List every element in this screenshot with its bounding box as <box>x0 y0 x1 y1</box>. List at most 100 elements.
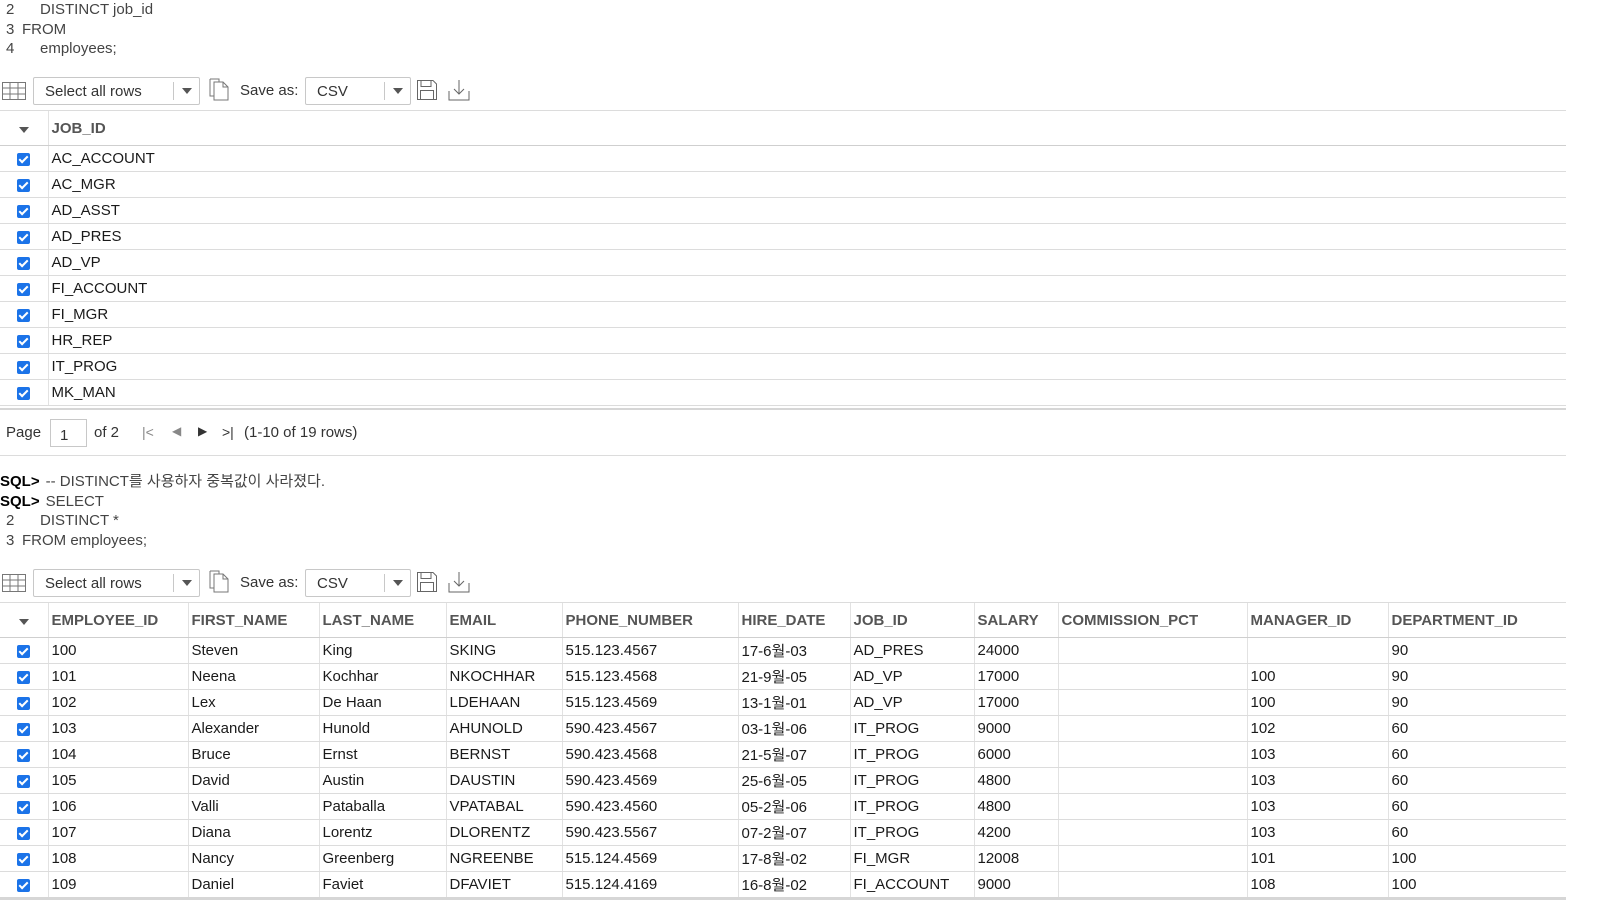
table-row[interactable]: 108 Nancy Greenberg NGREENBE 515.124.4569 17-… <box>0 845 1566 872</box>
row-checkbox[interactable] <box>0 301 48 328</box>
row-checkbox[interactable] <box>0 741 48 768</box>
save-icon[interactable] <box>416 570 438 594</box>
row-checkbox[interactable] <box>0 845 48 872</box>
checkbox-checked-icon[interactable] <box>17 800 31 814</box>
select-column-header[interactable] <box>0 602 48 638</box>
code-line: 2 DISTINCT * <box>6 512 119 529</box>
rows-select[interactable]: Select all rows <box>33 77 200 105</box>
table-row[interactable]: 103 Alexander Hunold AHUNOLD 590.423.4567 03-… <box>0 715 1566 742</box>
checkbox-checked-icon[interactable] <box>17 334 31 348</box>
last-page-icon[interactable]: >| <box>222 424 234 440</box>
row-checkbox[interactable] <box>0 171 48 198</box>
row-checkbox[interactable] <box>0 379 48 406</box>
cell-manager-id: 103 <box>1246 741 1388 768</box>
row-checkbox[interactable] <box>0 637 48 664</box>
checkbox-checked-icon[interactable] <box>17 826 31 840</box>
cell-manager-id: 101 <box>1246 845 1388 872</box>
column-header-salary[interactable]: SALARY <box>973 602 1058 638</box>
checkbox-checked-icon[interactable] <box>17 644 31 658</box>
checkbox-checked-icon[interactable] <box>17 852 31 866</box>
table-row[interactable]: AD_VP <box>0 249 1566 276</box>
cell-phone-number: 590.423.4560 <box>561 793 738 820</box>
table-row[interactable]: 102 Lex De Haan LDEHAAN 515.123.4569 13-1월-01… <box>0 689 1566 716</box>
checkbox-checked-icon[interactable] <box>17 282 31 296</box>
row-checkbox[interactable] <box>0 275 48 302</box>
select-column-header[interactable] <box>0 110 48 146</box>
row-checkbox[interactable] <box>0 249 48 276</box>
cell-salary: 6000 <box>973 741 1058 768</box>
cell-department-id: 60 <box>1387 715 1566 742</box>
cell-department-id: 60 <box>1387 741 1566 768</box>
checkbox-checked-icon[interactable] <box>17 878 31 892</box>
table-row[interactable]: MK_MAN <box>0 379 1566 406</box>
next-page-icon[interactable]: ▶ <box>198 424 207 438</box>
row-checkbox[interactable] <box>0 871 48 898</box>
row-checkbox[interactable] <box>0 197 48 224</box>
table-row[interactable]: IT_PROG <box>0 353 1566 380</box>
table-row[interactable]: AD_ASST <box>0 197 1566 224</box>
table-row[interactable]: AC_MGR <box>0 171 1566 198</box>
table-row[interactable]: 106 Valli Pataballa VPATABAL 590.423.4560 05-… <box>0 793 1566 820</box>
prev-page-icon[interactable]: ◀ <box>172 424 181 438</box>
table-row[interactable]: 101 Neena Kochhar NKOCHHAR 515.123.4568 21-9월… <box>0 663 1566 690</box>
row-checkbox[interactable] <box>0 663 48 690</box>
row-checkbox[interactable] <box>0 819 48 846</box>
copy-icon[interactable] <box>208 570 230 594</box>
column-header-hire-date[interactable]: HIRE_DATE <box>737 602 850 638</box>
checkbox-checked-icon[interactable] <box>17 256 31 270</box>
column-header-job-id[interactable]: JOB_ID <box>849 602 974 638</box>
checkbox-checked-icon[interactable] <box>17 696 31 710</box>
table-row[interactable]: HR_REP <box>0 327 1566 354</box>
table-row[interactable]: 104 Bruce Ernst BERNST 590.423.4568 21-5월-07 I… <box>0 741 1566 768</box>
column-header-last-name[interactable]: LAST_NAME <box>318 602 446 638</box>
column-header-commission-pct[interactable]: COMMISSION_PCT <box>1057 602 1247 638</box>
checkbox-checked-icon[interactable] <box>17 230 31 244</box>
checkbox-checked-icon[interactable] <box>17 360 31 374</box>
download-icon[interactable] <box>447 570 471 594</box>
format-select[interactable]: CSV <box>305 77 411 105</box>
column-header-employee-id[interactable]: EMPLOYEE_ID <box>47 602 188 638</box>
row-checkbox[interactable] <box>0 793 48 820</box>
table-row[interactable]: 105 David Austin DAUSTIN 590.423.4569 25-6월-0… <box>0 767 1566 794</box>
cell-phone-number: 515.124.4569 <box>561 845 738 872</box>
row-checkbox[interactable] <box>0 223 48 250</box>
checkbox-checked-icon[interactable] <box>17 386 31 400</box>
column-header-phone-number[interactable]: PHONE_NUMBER <box>561 602 738 638</box>
format-select[interactable]: CSV <box>305 569 411 597</box>
rows-select[interactable]: Select all rows <box>33 569 200 597</box>
page-number-input[interactable]: 1 <box>50 419 87 447</box>
save-icon[interactable] <box>416 78 438 102</box>
column-header-department-id[interactable]: DEPARTMENT_ID <box>1387 602 1566 638</box>
header-row: EMPLOYEE_ID FIRST_NAME LAST_NAME EMAIL PHONE… <box>0 602 1566 638</box>
table-row[interactable]: AC_ACCOUNT <box>0 145 1566 172</box>
checkbox-checked-icon[interactable] <box>17 748 31 762</box>
copy-icon[interactable] <box>208 78 230 102</box>
row-checkbox[interactable] <box>0 689 48 716</box>
table-row[interactable]: 100 Steven King SKING 515.123.4567 17-6월-03 AD… <box>0 637 1566 664</box>
checkbox-checked-icon[interactable] <box>17 670 31 684</box>
row-checkbox[interactable] <box>0 145 48 172</box>
first-page-icon[interactable]: |< <box>142 424 154 440</box>
checkbox-checked-icon[interactable] <box>17 204 31 218</box>
row-checkbox[interactable] <box>0 327 48 354</box>
row-checkbox[interactable] <box>0 767 48 794</box>
download-icon[interactable] <box>447 78 471 102</box>
table-row[interactable]: FI_MGR <box>0 301 1566 328</box>
grid-icon[interactable] <box>2 82 26 100</box>
checkbox-checked-icon[interactable] <box>17 152 31 166</box>
table-row[interactable]: 109 Daniel Faviet DFAVIET 515.124.4169 16-8월-… <box>0 871 1566 898</box>
checkbox-checked-icon[interactable] <box>17 722 31 736</box>
column-header-job-id[interactable]: JOB_ID <box>47 110 1566 146</box>
row-checkbox[interactable] <box>0 715 48 742</box>
row-checkbox[interactable] <box>0 353 48 380</box>
column-header-first-name[interactable]: FIRST_NAME <box>187 602 319 638</box>
column-header-manager-id[interactable]: MANAGER_ID <box>1246 602 1388 638</box>
grid-icon[interactable] <box>2 574 26 592</box>
column-header-email[interactable]: EMAIL <box>445 602 562 638</box>
checkbox-checked-icon[interactable] <box>17 308 31 322</box>
table-row[interactable]: FI_ACCOUNT <box>0 275 1566 302</box>
table-row[interactable]: AD_PRES <box>0 223 1566 250</box>
checkbox-checked-icon[interactable] <box>17 178 31 192</box>
checkbox-checked-icon[interactable] <box>17 774 31 788</box>
table-row[interactable]: 107 Diana Lorentz DLORENTZ 590.423.5567 07-2월… <box>0 819 1566 846</box>
